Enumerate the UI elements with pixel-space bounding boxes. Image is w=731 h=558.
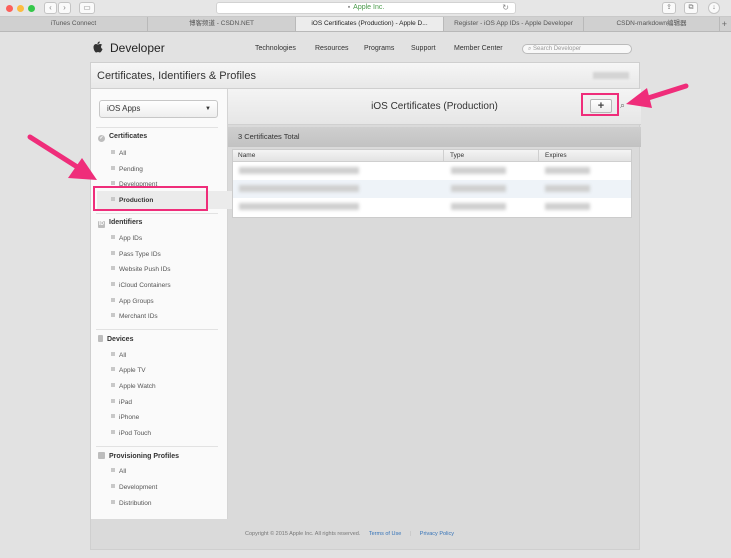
- annotation-arrows: [27, 83, 689, 180]
- arrow-left-icon: [27, 134, 97, 180]
- arrow-right-icon: [626, 83, 689, 108]
